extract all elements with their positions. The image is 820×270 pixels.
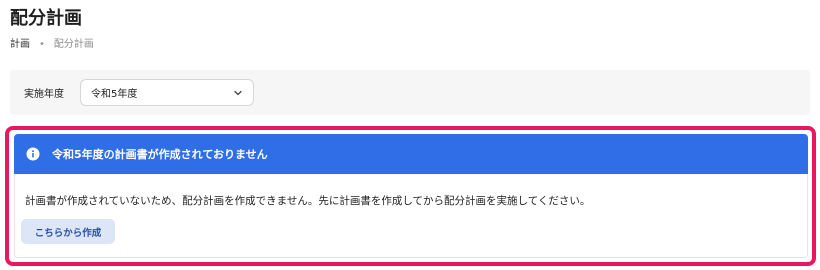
page-title: 配分計画 bbox=[10, 8, 82, 29]
breadcrumb-item-plan[interactable]: 計画 bbox=[10, 38, 30, 52]
alert-header: 令和5年度の計画書が作成されておりません bbox=[14, 134, 808, 174]
alert-message: 計画書が作成されていないため、配分計画を作成できません。先に計画書を作成してから… bbox=[25, 195, 591, 207]
alert-body bbox=[14, 174, 808, 258]
fiscal-year-select[interactable]: 令和5年度 bbox=[80, 79, 254, 106]
alert-title: 令和5年度の計画書が作成されておりません bbox=[52, 148, 268, 161]
create-plan-button[interactable]: こちらから作成 bbox=[21, 219, 115, 244]
chevron-down-icon bbox=[234, 90, 242, 95]
breadcrumb-item-current: 配分計画 bbox=[53, 39, 94, 50]
breadcrumb: 計画 • 配分計画 bbox=[10, 38, 94, 52]
breadcrumb-separator: • bbox=[39, 39, 45, 50]
info-icon bbox=[26, 147, 40, 161]
fiscal-year-label: 実施年度 bbox=[24, 89, 64, 100]
fiscal-year-value: 令和5年度 bbox=[91, 89, 138, 100]
filter-bar: 実施年度 令和5年度 bbox=[10, 70, 810, 115]
alert-highlight-frame: 令和5年度の計画書が作成されておりません 計画書が作成されていないため、配分計画… bbox=[5, 126, 816, 266]
